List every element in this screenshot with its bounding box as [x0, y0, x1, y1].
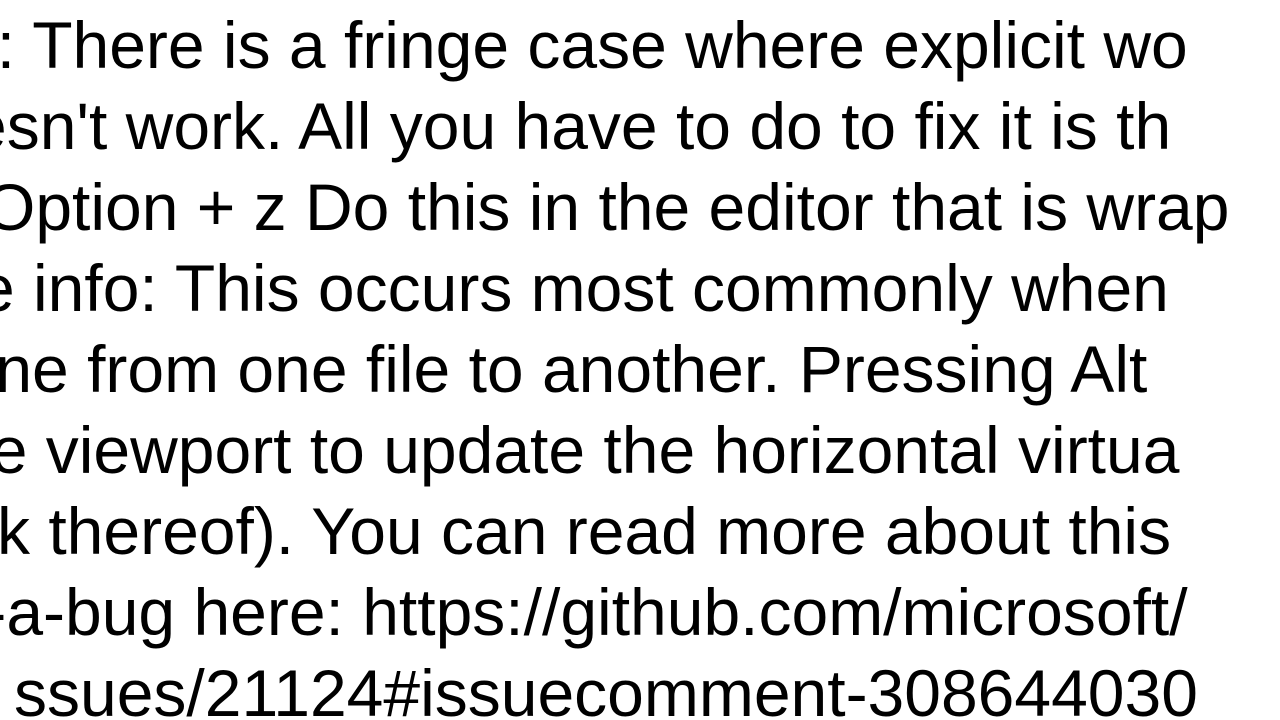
text-line-1: esn't work. All you have to do to fix it… — [0, 86, 1171, 167]
text-line-8: ssues/21124#issuecomment-308644030 — [14, 653, 1198, 720]
text-line-6: ck thereof). You can read more about thi… — [0, 491, 1171, 572]
text-line-0: 4: There is a fringe case where explicit… — [0, 5, 1188, 86]
text-line-7: t-a-bug here: https://github.com/microso… — [0, 572, 1188, 653]
text-line-2: Option + z Do this in the editor that is… — [0, 167, 1229, 248]
text-line-5: he viewport to update the horizontal vir… — [0, 410, 1179, 491]
text-line-3: re info: This occurs most commonly when — [0, 248, 1169, 329]
text-line-4: line from one file to another. Pressing … — [0, 329, 1147, 410]
document-viewport: 4: There is a fringe case where explicit… — [0, 0, 1280, 720]
